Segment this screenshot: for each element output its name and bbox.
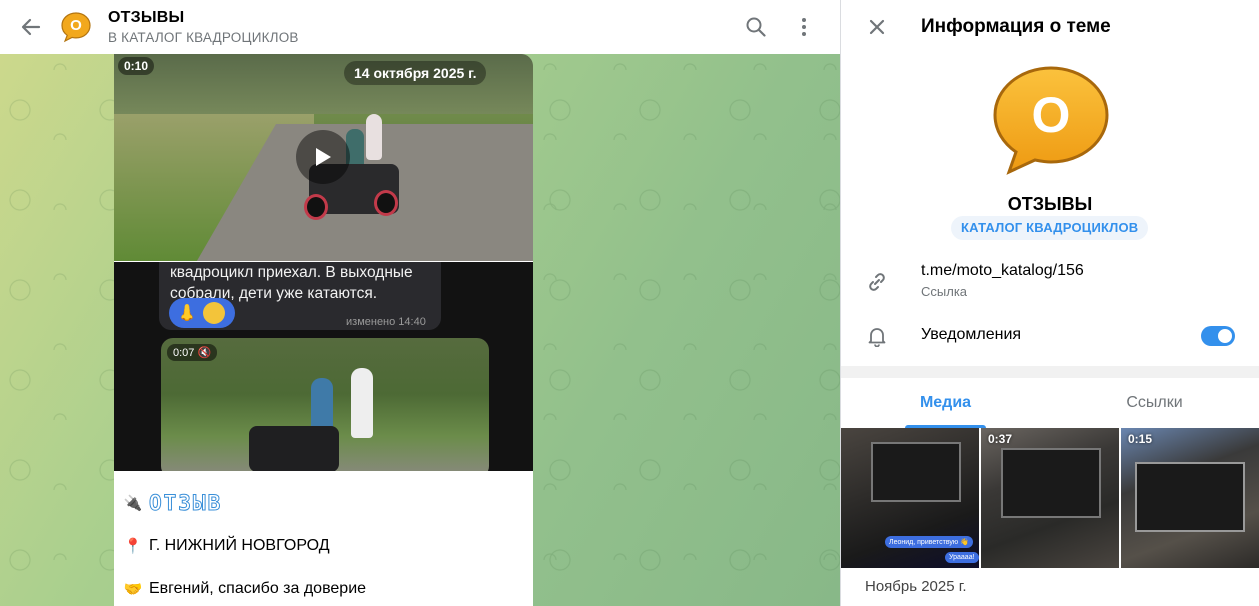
close-icon xyxy=(869,19,885,35)
link-value: t.me/moto_katalog/156 xyxy=(921,262,1084,279)
notifications-row[interactable]: Уведомления xyxy=(841,324,1259,348)
edited-label: изменено 14:40 xyxy=(346,316,426,328)
avatar-letter: О xyxy=(70,17,82,34)
media-duration: 0:15 xyxy=(1128,432,1153,446)
media-chip: Леонид, приветствую 👋 xyxy=(885,536,973,548)
thanks-text: Евгений, спасибо за доверие xyxy=(149,580,367,597)
tab-media[interactable]: Медиа xyxy=(841,378,1050,428)
message-line: 📍 Г. НИЖНИЙ НОВГОРОД xyxy=(123,536,533,556)
media-thumbnail[interactable]: 0:15 xyxy=(1121,428,1259,568)
date-separator: 14 октября 2025 г. xyxy=(344,61,487,85)
back-button[interactable] xyxy=(9,5,53,49)
topic-name: ОТЗЫВЫ xyxy=(1007,194,1093,214)
more-button[interactable] xyxy=(784,7,824,47)
play-button[interactable] xyxy=(296,130,350,184)
topic-avatar[interactable]: О xyxy=(60,11,92,43)
link-icon xyxy=(865,270,889,294)
more-vertical-icon xyxy=(802,18,806,36)
message-line: 🤝 Евгений, спасибо за доверие xyxy=(123,579,533,599)
media-month-header: Ноябрь 2025 г. xyxy=(865,578,967,595)
notifications-toggle[interactable] xyxy=(1201,326,1235,346)
message-line: 🔌 ОТЗЫВ xyxy=(123,491,533,516)
screenshot-video-duration: 0:07 🔇 xyxy=(167,344,218,361)
message-card: 0:10 14 октября 2025 г. квадроцикл приех… xyxy=(114,54,533,606)
media-scene-object xyxy=(1001,448,1101,518)
panel-title: Информация о теме xyxy=(921,16,1111,37)
chat-subtitle[interactable]: В КАТАЛОГ КВАДРОЦИКЛОВ xyxy=(108,30,299,45)
topic-info-panel: Информация о теме О ОТЗЫВЫ КАТАЛОГ КВАДР… xyxy=(841,0,1259,606)
video-scene-atv xyxy=(249,426,339,471)
search-icon xyxy=(746,17,766,37)
chat-title: ОТЗЫВЫ xyxy=(108,9,185,26)
screenshot-video: 0:07 🔇 xyxy=(161,338,489,471)
media-scene-object xyxy=(1135,462,1245,532)
message-text: 🔌 ОТЗЫВ 📍 Г. НИЖНИЙ НОВГОРОД 🤝 Евгений, … xyxy=(114,471,533,599)
pin-icon: 📍 xyxy=(123,538,143,555)
reactions: 👃 xyxy=(169,298,235,328)
screenshot-image[interactable]: квадроцикл приехал. В выходные собрали, … xyxy=(114,262,533,471)
avatar-letter: О xyxy=(1031,87,1071,143)
video-scene-wheel xyxy=(304,194,328,220)
panel-header: Информация о теме xyxy=(841,0,1259,54)
video-duration: 0:10 xyxy=(118,57,155,75)
reaction-icon: 👃 xyxy=(177,305,197,322)
tab-links[interactable]: Ссылки xyxy=(1050,378,1259,428)
link-row[interactable]: t.me/moto_katalog/156 Ссылка xyxy=(841,262,1259,299)
search-button[interactable] xyxy=(736,7,776,47)
close-button[interactable] xyxy=(857,7,897,47)
parent-chat-chip[interactable]: КАТАЛОГ КВАДРОЦИКЛОВ xyxy=(951,216,1149,240)
play-icon xyxy=(316,148,331,166)
shared-media-tabs: Медиа Ссылки xyxy=(841,378,1259,428)
notifications-label: Уведомления xyxy=(921,326,1022,343)
video-scene-wheel xyxy=(374,190,398,216)
bell-icon xyxy=(865,324,889,348)
media-chip: Ураааа! xyxy=(945,552,979,563)
chat-header: О ОТЗЫВЫ В КАТАЛОГ КВАДРОЦИКЛОВ xyxy=(0,0,840,54)
media-duration: 0:37 xyxy=(988,432,1013,446)
video-scene-child xyxy=(366,114,382,160)
media-thumbnail[interactable]: Леонид, приветствую 👋 Ураааа! xyxy=(841,428,979,568)
media-scene-object xyxy=(871,442,961,502)
reaction-avatar xyxy=(202,302,225,324)
city-text: Г. НИЖНИЙ НОВГОРОД xyxy=(149,537,330,554)
video-attachment[interactable]: 0:10 14 октября 2025 г. xyxy=(114,54,533,261)
handshake-icon: 🤝 xyxy=(123,581,143,598)
arrow-left-icon xyxy=(21,18,41,36)
topic-avatar-large: О xyxy=(991,64,1111,176)
section-separator xyxy=(841,366,1259,378)
mute-icon: 🔇 xyxy=(197,347,212,359)
media-grid: Леонид, приветствую 👋 Ураааа! 0:37 0:15 xyxy=(841,428,1259,568)
chat-area: О ОТЗЫВЫ В КАТАЛОГ КВАДРОЦИКЛОВ 0:10 14 … xyxy=(0,0,840,606)
link-label: Ссылка xyxy=(921,284,968,299)
video-scene-child xyxy=(351,368,373,438)
media-thumbnail[interactable]: 0:37 xyxy=(981,428,1119,568)
review-heading: ОТЗЫВ xyxy=(148,491,223,516)
plug-icon: 🔌 xyxy=(123,495,143,512)
